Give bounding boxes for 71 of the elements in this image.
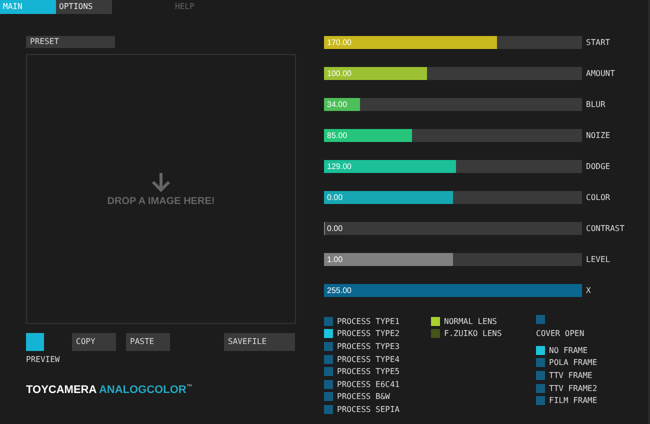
slider-value: 255.00 (327, 285, 352, 297)
radio-box[interactable] (324, 404, 333, 414)
slider-track[interactable]: 129.00 (324, 160, 582, 173)
option-label: POLA FRAME (549, 358, 598, 368)
slider-label: START (586, 38, 610, 47)
option-label: TTV FRAME2 (549, 384, 598, 393)
radio-box[interactable] (431, 329, 440, 338)
option-label: COVER OPEN (536, 329, 586, 338)
slider-track[interactable]: 0.00 (324, 222, 582, 235)
slider-track[interactable]: 255.00 (324, 284, 582, 297)
tab[interactable]: OPTIONS (56, 0, 112, 14)
slider-value: 129.00 (327, 161, 352, 173)
option-label: PROCESS TYPE3 (337, 342, 400, 351)
radio-box[interactable] (536, 370, 545, 380)
slider-label: AMOUNT (586, 69, 615, 78)
slider-label: DODGE (586, 162, 610, 171)
option-label: PROCESS B&W (337, 392, 390, 402)
action-button[interactable]: SAVEFILE (224, 333, 295, 351)
option-label: PROCESS E6C41 (337, 380, 400, 389)
option-label: F.ZUIKO LENS (444, 329, 502, 338)
radio-box[interactable] (536, 346, 545, 355)
slider-label: X (586, 286, 591, 295)
option-label: NORMAL LENS (444, 316, 497, 326)
drop-hint: DROP A IMAGE HERE! (107, 196, 215, 207)
radio-box[interactable] (536, 358, 545, 368)
option-label: FILM FRAME (549, 396, 598, 406)
option-label: TTV FRAME (549, 370, 592, 380)
logo: TOYCAMERA ANALOGCOLOR$^{™}$ (26, 384, 194, 396)
radio-box[interactable] (324, 367, 333, 376)
radio-box[interactable] (324, 329, 333, 338)
option-label: PROCESS SEPIA (337, 404, 400, 414)
slider-value: 85.00 (327, 130, 348, 142)
slider-label: CONTRAST (586, 224, 625, 233)
action-button[interactable]: COPY (72, 333, 116, 351)
radio-box[interactable] (324, 316, 333, 326)
slider-track[interactable]: 1.00 (324, 253, 582, 266)
preview-label: PREVIEW (26, 355, 61, 364)
radio-box[interactable] (324, 342, 333, 351)
slider-track[interactable]: 170.00 (324, 36, 582, 49)
checkbox[interactable] (536, 315, 545, 324)
option-label: NO FRAME (549, 346, 588, 355)
slider-track[interactable]: 100.00 (324, 67, 582, 80)
action-button[interactable]: PASTE (126, 333, 170, 351)
slider-track[interactable]: 85.00 (324, 129, 582, 142)
slider-value: 0.00 (327, 192, 343, 204)
slider-track[interactable]: 0.00 (324, 191, 582, 204)
slider-value: 170.00 (327, 37, 352, 49)
radio-box[interactable] (324, 380, 333, 389)
slider-label: NOIZE (586, 131, 610, 140)
down-arrow-icon (150, 171, 172, 193)
slider-value: 1.00 (327, 254, 343, 266)
radio-box[interactable] (324, 392, 333, 402)
option-label: PROCESS TYPE1 (337, 316, 400, 326)
option-label: PROCESS TYPE5 (337, 367, 400, 376)
option-label: PROCESS TYPE2 (337, 329, 400, 338)
drop-area[interactable]: DROP A IMAGE HERE! (26, 54, 296, 324)
slider-track[interactable]: 34.00 (324, 98, 582, 111)
slider-label: LEVEL (586, 255, 610, 264)
slider-value: 100.00 (327, 68, 352, 80)
slider-label: BLUR (586, 100, 606, 109)
option-label: PROCESS TYPE4 (337, 354, 400, 364)
tab[interactable]: MAIN (0, 0, 56, 14)
radio-box[interactable] (536, 384, 545, 393)
preset-button[interactable]: PRESET (26, 36, 115, 48)
preview-toggle[interactable] (26, 333, 44, 351)
radio-box[interactable] (536, 396, 545, 406)
radio-box[interactable] (431, 316, 440, 326)
slider-value: 0.00 (327, 223, 343, 235)
slider-value: 34.00 (327, 99, 348, 111)
radio-box[interactable] (324, 354, 333, 364)
slider-label: COLOR (586, 193, 610, 202)
